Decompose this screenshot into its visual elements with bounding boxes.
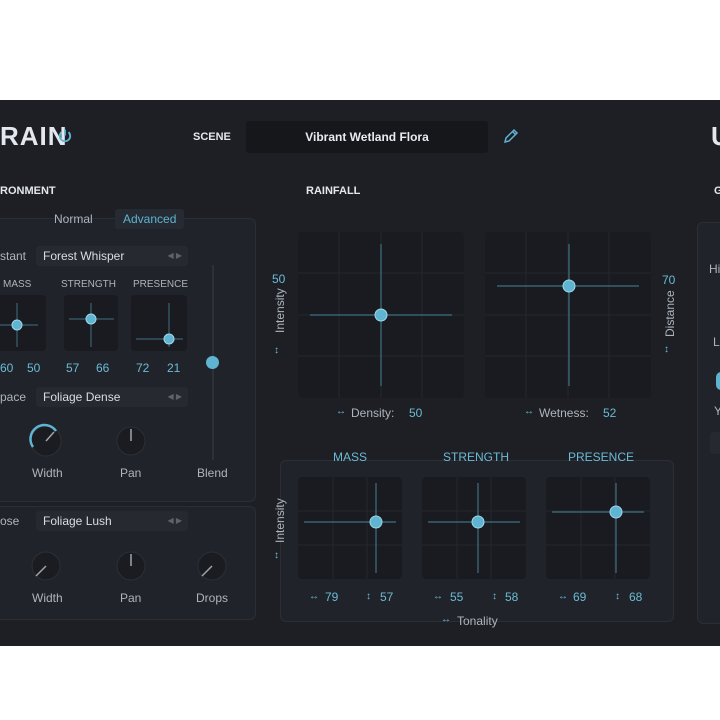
right-label-y: Y	[714, 404, 720, 418]
power-icon[interactable]	[57, 128, 73, 144]
horizontal-arrows-icon: ↔	[524, 406, 534, 417]
right-toggle[interactable]	[716, 372, 720, 390]
tone-mass-x-value: 79	[325, 590, 339, 604]
tone-mass-y-value: 57	[380, 590, 394, 604]
close-width-knob[interactable]	[30, 550, 62, 582]
right-label-l: L	[713, 335, 720, 349]
space-width-label: Width	[32, 466, 63, 480]
distant-strength-label: STRENGTH	[61, 279, 116, 290]
distance-value: 70	[662, 273, 676, 287]
horizontal-arrows-icon: ↔	[309, 591, 319, 602]
rainfall-title: RAINFALL	[306, 185, 361, 197]
scene-name-field[interactable]: Vibrant Wetland Flora	[246, 121, 488, 153]
distant-presence-y-value: 21	[167, 361, 181, 375]
close-width-label: Width	[32, 591, 63, 605]
vertical-arrows-icon: ↕	[664, 344, 669, 355]
blend-label: Blend	[197, 466, 228, 480]
wetness-value: 52	[603, 406, 617, 420]
right-label-hi: Hi	[709, 262, 720, 276]
distance-wetness-pad[interactable]	[485, 232, 651, 398]
density-label: Density:	[351, 406, 395, 420]
tone-mass-pad[interactable]	[298, 477, 402, 579]
space-preset-value: Foliage Dense	[43, 390, 121, 404]
distant-mass-label: MASS	[3, 279, 32, 290]
close-label: ose	[0, 514, 20, 528]
environment-title: RONMENT	[0, 185, 56, 197]
tone-presence-header: PRESENCE	[568, 450, 635, 464]
distant-strength-x-value: 57	[66, 361, 80, 375]
distant-presence-x-value: 72	[136, 361, 150, 375]
distant-strength-pad[interactable]	[64, 295, 118, 351]
tab-advanced[interactable]: Advanced	[115, 209, 185, 229]
horizontal-arrows-icon: ↔	[336, 406, 346, 417]
distant-presence-label: PRESENCE	[133, 279, 189, 290]
horizontal-arrows-icon: ↔	[558, 591, 568, 602]
tone-strength-header: STRENGTH	[443, 450, 509, 464]
intensity-density-pad[interactable]	[298, 232, 464, 398]
tab-normal[interactable]: Normal	[54, 212, 93, 226]
vertical-arrows-icon: ↕	[492, 591, 497, 602]
left-right-arrows-icon: ◀ ▶	[167, 516, 182, 525]
tone-strength-x-value: 55	[450, 590, 464, 604]
close-pan-knob[interactable]	[115, 550, 147, 582]
horizontal-arrows-icon: ↔	[441, 614, 451, 625]
left-right-arrows-icon: ◀ ▶	[167, 251, 182, 260]
space-pan-knob[interactable]	[115, 425, 147, 457]
tone-presence-y-value: 68	[629, 590, 643, 604]
right-control[interactable]	[710, 432, 720, 454]
intensity-value: 50	[272, 272, 286, 286]
distant-mass-y-value: 50	[27, 361, 41, 375]
blend-slider-handle[interactable]	[206, 356, 219, 369]
vertical-arrows-icon: ↕	[366, 591, 371, 602]
tone-strength-y-value: 58	[505, 590, 519, 604]
horizontal-arrows-icon: ↔	[433, 591, 443, 602]
vertical-arrows-icon: ↕	[274, 345, 279, 356]
wetness-label: Wetness:	[539, 406, 589, 420]
scene-label: SCENE	[193, 131, 231, 143]
distant-presence-pad[interactable]	[131, 295, 187, 351]
space-pan-label: Pan	[120, 466, 142, 480]
distance-label: Distance	[663, 290, 677, 337]
tonality-label: Tonality	[457, 614, 498, 628]
space-label: pace	[0, 390, 27, 404]
close-preset-value: Foliage Lush	[43, 514, 112, 528]
distant-mass-pad[interactable]	[0, 295, 46, 351]
space-width-knob[interactable]	[28, 423, 64, 459]
pencil-icon[interactable]	[502, 127, 520, 145]
distant-label: stant	[0, 249, 27, 263]
rain-plugin-window: RAIN SCENE Vibrant Wetland Flora U RONME…	[0, 100, 720, 646]
tone-strength-pad[interactable]	[422, 477, 526, 579]
space-preset-select[interactable]: Foliage Dense ◀ ▶	[36, 387, 188, 407]
tone-presence-pad[interactable]	[546, 477, 650, 579]
tone-intensity-label: Intensity	[273, 498, 287, 543]
close-drops-knob[interactable]	[196, 550, 228, 582]
right-section-title: G	[714, 185, 720, 197]
distant-mass-x-value: 60	[0, 361, 14, 375]
density-value: 50	[409, 406, 423, 420]
close-pan-label: Pan	[120, 591, 142, 605]
right-panel	[697, 222, 720, 624]
secondary-title: U	[711, 121, 720, 152]
distant-preset-select[interactable]: Forest Whisper ◀ ▶	[36, 246, 188, 266]
vertical-arrows-icon: ↕	[274, 550, 279, 561]
vertical-arrows-icon: ↕	[615, 591, 620, 602]
distant-preset-value: Forest Whisper	[43, 249, 125, 263]
close-preset-select[interactable]: Foliage Lush ◀ ▶	[36, 511, 188, 531]
left-right-arrows-icon: ◀ ▶	[167, 392, 182, 401]
tone-mass-header: MASS	[333, 450, 368, 464]
intensity-label: Intensity	[273, 288, 287, 333]
drops-label: Drops	[196, 591, 229, 605]
tone-presence-x-value: 69	[573, 590, 587, 604]
distant-strength-y-value: 66	[96, 361, 110, 375]
